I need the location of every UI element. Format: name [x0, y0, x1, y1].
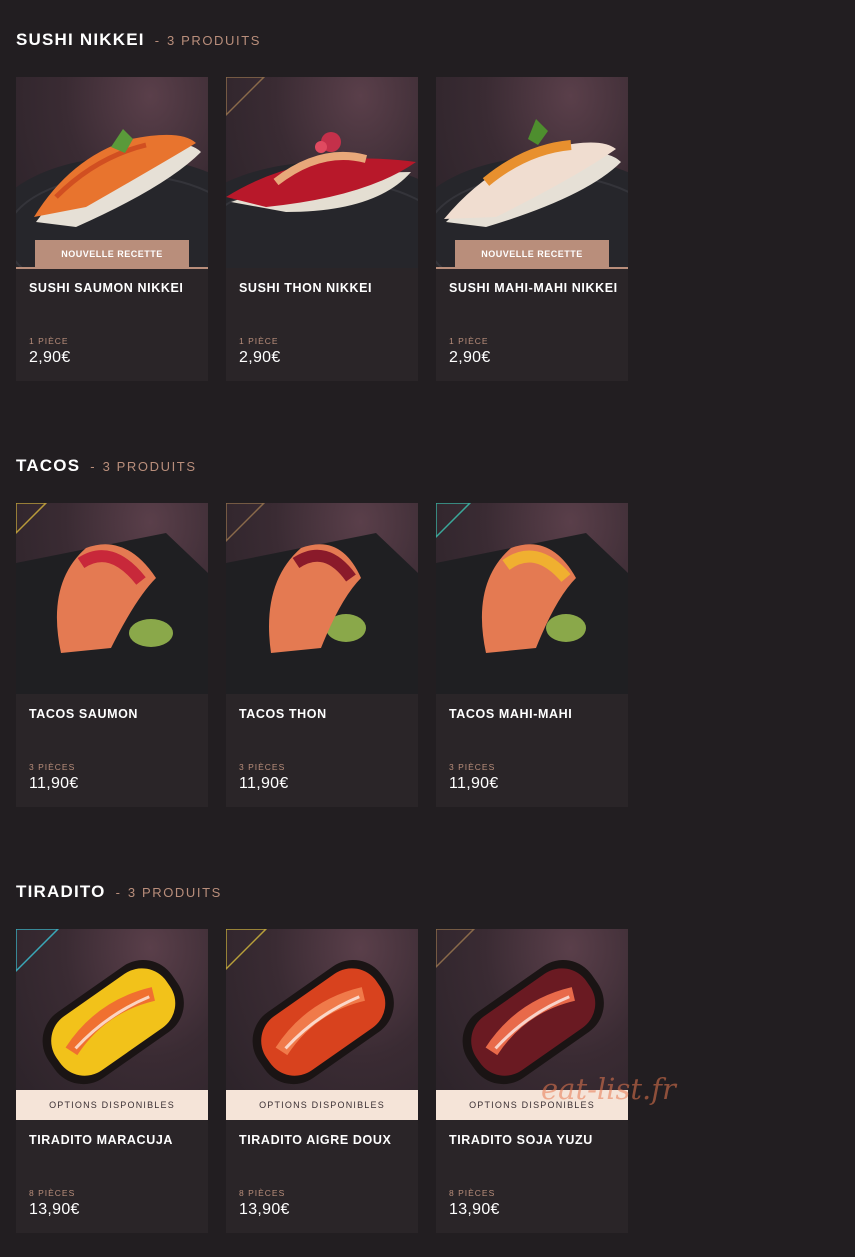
section-header: TACOS - 3 PRODUITS — [16, 456, 197, 476]
product-quantity: 3 PIÈCES — [239, 762, 286, 772]
section-header: TIRADITO - 3 PRODUITS — [16, 882, 222, 902]
product-card-tacos-thon[interactable]: TACOS THON 3 PIÈCES 11,90€ — [226, 503, 418, 807]
product-name: TACOS SAUMON — [29, 707, 139, 721]
product-quantity: 1 PIÈCE — [449, 336, 489, 346]
product-card-tacos-saumon[interactable]: TACOS SAUMON 3 PIÈCES 11,90€ — [16, 503, 208, 807]
accent-line — [436, 267, 628, 269]
section-title: TIRADITO — [16, 882, 106, 901]
product-card-sushi-thon-nikkei[interactable]: SUSHI THON NIKKEI 1 PIÈCE 2,90€ — [226, 77, 418, 381]
product-card-tiradito-maracuja[interactable]: OPTIONS DISPONIBLES TIRADITO MARACUJA 8 … — [16, 929, 208, 1233]
options-available-badge: OPTIONS DISPONIBLES — [226, 1090, 418, 1120]
options-available-badge: OPTIONS DISPONIBLES — [16, 1090, 208, 1120]
section-header: SUSHI NIKKEI - 3 PRODUITS — [16, 30, 261, 50]
product-quantity: 1 PIÈCE — [29, 336, 69, 346]
product-quantity: 8 PIÈCES — [239, 1188, 286, 1198]
product-price: 11,90€ — [239, 775, 289, 792]
product-quantity: 8 PIÈCES — [29, 1188, 76, 1198]
section-product-count: 3 PRODUITS — [102, 459, 197, 474]
product-price: 2,90€ — [239, 349, 281, 366]
watermark-text: eat-list.fr — [541, 1072, 676, 1106]
product-card-tiradito-aigre-doux[interactable]: OPTIONS DISPONIBLES TIRADITO AIGRE DOUX … — [226, 929, 418, 1233]
new-recipe-badge: NOUVELLE RECETTE — [35, 240, 189, 267]
section-product-count: 3 PRODUITS — [127, 885, 222, 900]
section-separator: - — [90, 459, 95, 474]
product-card-tacos-mahi-mahi[interactable]: TACOS MAHI-MAHI 3 PIÈCES 11,90€ — [436, 503, 628, 807]
product-name: TIRADITO SOJA YUZU — [449, 1133, 593, 1147]
product-image — [226, 503, 418, 694]
product-price: 2,90€ — [449, 349, 491, 366]
product-quantity: 3 PIÈCES — [449, 762, 496, 772]
section-title: SUSHI NIKKEI — [16, 30, 145, 49]
product-image — [436, 503, 628, 694]
section-product-count: 3 PRODUITS — [167, 33, 262, 48]
section-title: TACOS — [16, 456, 81, 475]
product-price: 13,90€ — [239, 1201, 290, 1218]
product-price: 11,90€ — [449, 775, 499, 792]
product-price: 13,90€ — [449, 1201, 500, 1218]
product-quantity: 1 PIÈCE — [239, 336, 279, 346]
product-name: TACOS MAHI-MAHI — [449, 707, 573, 721]
product-price: 2,90€ — [29, 349, 71, 366]
section-separator: - — [115, 885, 120, 900]
product-name: SUSHI SAUMON NIKKEI — [29, 281, 184, 295]
product-name: TIRADITO AIGRE DOUX — [239, 1133, 392, 1147]
product-name: SUSHI MAHI-MAHI NIKKEI — [449, 281, 618, 295]
product-quantity: 3 PIÈCES — [29, 762, 76, 772]
product-name: TIRADITO MARACUJA — [29, 1133, 173, 1147]
product-quantity: 8 PIÈCES — [449, 1188, 496, 1198]
product-price: 13,90€ — [29, 1201, 80, 1218]
section-separator: - — [154, 33, 160, 48]
product-name: SUSHI THON NIKKEI — [239, 281, 373, 295]
product-image — [226, 77, 418, 268]
accent-line — [16, 267, 208, 269]
product-card-sushi-mahi-mahi-nikkei[interactable]: NOUVELLE RECETTE SUSHI MAHI-MAHI NIKKEI … — [436, 77, 628, 381]
product-price: 11,90€ — [29, 775, 79, 792]
product-card-sushi-saumon-nikkei[interactable]: NOUVELLE RECETTE SUSHI SAUMON NIKKEI 1 P… — [16, 77, 208, 381]
new-recipe-badge: NOUVELLE RECETTE — [455, 240, 609, 267]
product-name: TACOS THON — [239, 707, 327, 721]
product-image — [16, 503, 208, 694]
